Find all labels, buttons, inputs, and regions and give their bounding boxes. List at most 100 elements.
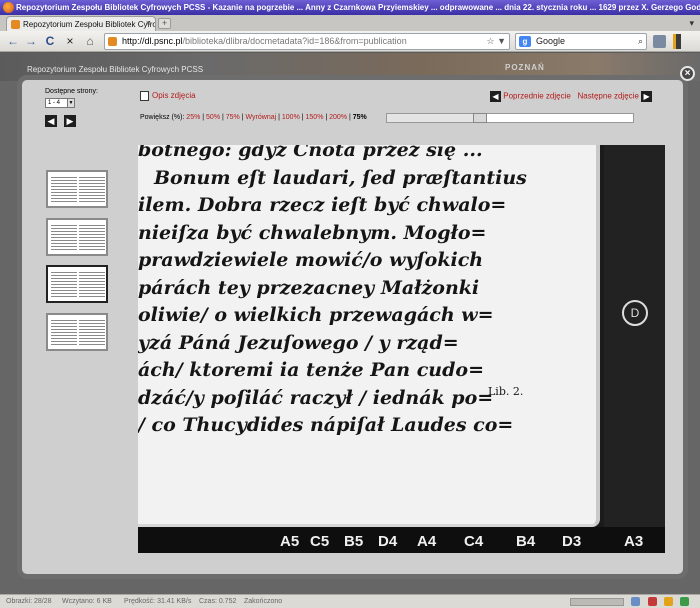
prev-page-button[interactable]: ◀	[45, 115, 57, 127]
address-bar[interactable]: http://dl.psnc.pl/biblioteka/dlibra/docm…	[104, 33, 510, 50]
addon-icon-3[interactable]	[664, 597, 673, 606]
window-title: Repozytorium Zespołu Bibliotek Cyfrowych…	[16, 3, 700, 12]
document-icon	[140, 91, 149, 101]
signature-mark: D4	[378, 533, 398, 550]
scan-text-line: yzá Páná Jezuſowego / y rząd=	[138, 331, 459, 354]
site-name[interactable]: Repozytorium Zespołu Bibliotek Cyfrowych…	[27, 65, 203, 74]
addon-icon-2[interactable]	[648, 597, 657, 606]
url-domain: http://dl.psnc.pl	[122, 36, 183, 46]
signature-mark: B4	[516, 533, 536, 550]
site-identity-icon	[108, 37, 117, 46]
image-viewer-modal: Dostępne strony: 1 - 4 ▼ ◀ ▶ Opis zdjęci…	[17, 75, 688, 579]
scan-background: D	[604, 145, 665, 527]
zoom-option[interactable]: 75%	[226, 114, 240, 121]
thumbnail-page	[79, 223, 105, 251]
signature-mark: C5	[310, 533, 330, 550]
zoom-level-list: 25% | 50% | 75% | Wyrównaj | 100% | 150%…	[186, 114, 351, 121]
zoom-slider-handle[interactable]	[473, 113, 488, 123]
chevron-down-icon: ▼	[67, 99, 74, 107]
status-time: Czas: 0.752	[199, 598, 237, 605]
scan-text-line: oliwie/ o wielkich przewagách w=	[138, 304, 494, 326]
bookmarks-icon[interactable]	[673, 34, 681, 49]
image-description-label: Opis zdjęcia	[152, 91, 196, 101]
page-thumbnail[interactable]	[46, 218, 108, 256]
progress-bar	[570, 598, 624, 606]
reload-button[interactable]: C	[42, 34, 58, 49]
back-button[interactable]: ←	[5, 34, 21, 49]
firefox-icon	[3, 2, 14, 13]
zoom-slider[interactable]	[386, 113, 634, 123]
tab-bar: Repozytorium Zespołu Bibliotek Cyfrowy..…	[0, 15, 700, 31]
zoom-current: 75%	[352, 114, 367, 121]
status-bar: Obrazki: 28/28 Wczytano: 6 KB Prędkość: …	[0, 594, 700, 608]
url-path: /biblioteka/dlibra/docmetadata?id=186&fr…	[182, 36, 407, 46]
thumbnail-page	[79, 175, 105, 203]
page-thumbnail[interactable]	[46, 313, 108, 351]
pages-label: Dostępne strony:	[45, 88, 98, 95]
zoom-option[interactable]: 50%	[206, 114, 220, 121]
scan-text-line: Bonum eſt laudari, ſed præſtantius	[154, 166, 527, 189]
search-input[interactable]: g Google ⌕	[515, 33, 647, 50]
page-thumbnail[interactable]	[46, 170, 108, 208]
prev-image-link[interactable]: Poprzednie zdjęcie	[503, 92, 571, 101]
library-stamp: D	[622, 300, 648, 326]
margin-note: Lib. 2.	[488, 385, 524, 398]
thumbnail-page	[51, 175, 77, 203]
signature-mark: B5	[344, 533, 364, 550]
home-button[interactable]: ⌂	[82, 34, 98, 49]
new-tab-button[interactable]: +	[158, 18, 171, 29]
status-loaded: Wczytano: 6 KB	[62, 598, 112, 605]
zoom-option[interactable]: 150%	[306, 114, 324, 121]
pages-select[interactable]: 1 - 4 ▼	[45, 98, 75, 108]
thumbnail-page	[79, 318, 105, 346]
scanned-page: botnego: gdyż Cnotá przez się ... Bonum e…	[138, 145, 600, 527]
status-speed: Prędkość: 31.41 KB/s	[124, 598, 192, 605]
next-image-link[interactable]: Następne zdjęcie	[578, 92, 639, 101]
page-thumbnail[interactable]	[46, 265, 108, 303]
tab-list-icon[interactable]: ▾	[689, 18, 694, 29]
thumbnail-page	[51, 270, 77, 298]
tab-close-icon[interactable]: ×	[146, 18, 151, 28]
google-icon[interactable]: g	[519, 36, 531, 47]
next-page-button[interactable]: ▶	[64, 115, 76, 127]
close-button[interactable]: ×	[680, 66, 695, 81]
addon-icon[interactable]	[631, 597, 640, 606]
zoom-label: Powiększ (%):	[140, 114, 185, 121]
search-icon[interactable]: ⌕	[638, 34, 643, 49]
signature-mark: A5	[280, 533, 300, 550]
next-image-icon[interactable]: ▶	[641, 91, 653, 102]
scan-text-line: nieiſza być chwalebnym. Mogło=	[138, 221, 487, 244]
thumbnail-page	[79, 270, 105, 298]
tab-label: Repozytorium Zespołu Bibliotek Cyfrowy..…	[23, 19, 156, 29]
prev-image-icon[interactable]: ◀	[490, 91, 501, 102]
navigation-toolbar: ← → C × ⌂ http://dl.psnc.pl/biblioteka/d…	[0, 31, 700, 52]
scan-text-line: / co Thucydides nápiſał Laudes co=	[138, 414, 514, 436]
zoom-option[interactable]: 200%	[329, 114, 347, 121]
signature-mark: D3	[562, 533, 582, 550]
thumbnail-page	[51, 318, 77, 346]
scan-viewer[interactable]: botnego: gdyż Cnotá przez się ... Bonum e…	[138, 145, 665, 553]
image-navigation: ◀ Poprzednie zdjęcie Następne zdjęcie ▶	[490, 91, 653, 102]
site-favicon-icon	[11, 20, 20, 29]
zoom-option[interactable]: 25%	[186, 114, 200, 121]
extension-icon[interactable]	[653, 35, 666, 48]
zoom-controls: Powiększ (%): 25% | 50% | 75% | Wyrównaj…	[140, 114, 367, 121]
status-done: Zakończono	[244, 598, 283, 605]
pages-select-value: 1 - 4	[48, 100, 61, 106]
search-placeholder: Google	[536, 36, 566, 46]
signature-mark: A3	[624, 533, 644, 550]
signature-mark: C4	[464, 533, 484, 550]
page-content: Repozytorium Zespołu Bibliotek Cyfrowych…	[0, 53, 700, 594]
zoom-option[interactable]: Wyrównaj	[246, 114, 277, 121]
scan-text-line: párách tey przezacney Małżonki	[138, 276, 480, 299]
window-titlebar: Repozytorium Zespołu Bibliotek Cyfrowych…	[0, 0, 700, 15]
stop-button[interactable]: ×	[62, 34, 78, 49]
status-images: Obrazki: 28/28	[6, 598, 52, 605]
forward-button[interactable]: →	[23, 34, 39, 49]
header-banner-text: POZNAŃ	[505, 63, 545, 72]
zoom-option[interactable]: 100%	[282, 114, 300, 121]
addon-icon-4[interactable]	[680, 597, 689, 606]
bookmark-star-icon[interactable]: ☆ ▼	[487, 34, 506, 49]
image-description-link[interactable]: Opis zdjęcia	[140, 91, 196, 101]
browser-tab[interactable]: Repozytorium Zespołu Bibliotek Cyfrowy..…	[6, 16, 156, 31]
